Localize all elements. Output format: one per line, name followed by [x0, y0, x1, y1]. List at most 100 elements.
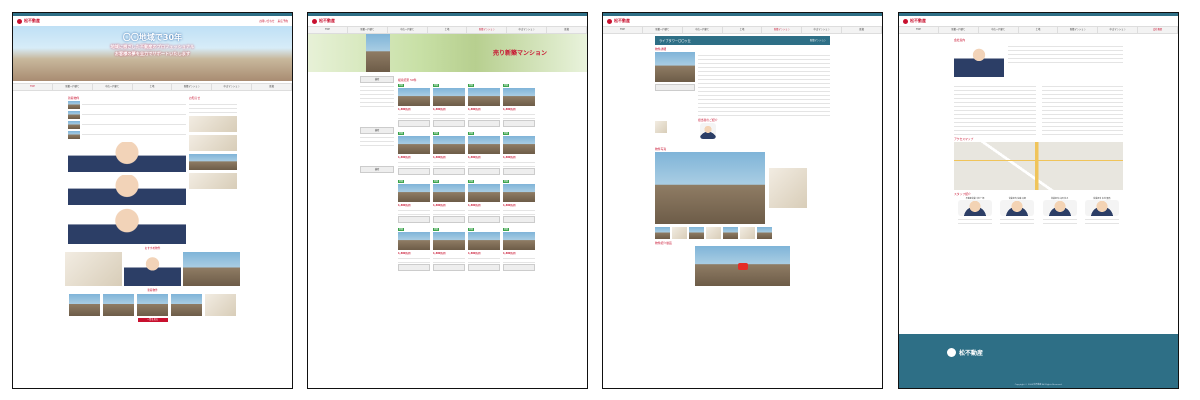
- detail-button[interactable]: [433, 216, 465, 223]
- listing-thumb[interactable]: [68, 101, 80, 109]
- nav-item[interactable]: 土地: [723, 27, 763, 33]
- listing-card[interactable]: [205, 294, 236, 316]
- listing-photo[interactable]: [398, 184, 430, 202]
- listing-photo[interactable]: [398, 88, 430, 106]
- detail-button[interactable]: [468, 168, 500, 175]
- photo-thumb[interactable]: [706, 227, 721, 239]
- detail-button[interactable]: [398, 216, 430, 223]
- nav-item[interactable]: 新築マンション: [1058, 27, 1099, 33]
- nav-item[interactable]: 中古一戸建て: [979, 27, 1019, 33]
- search-button[interactable]: 検索: [360, 127, 394, 134]
- staff-banner-image[interactable]: [68, 142, 186, 172]
- nav-item[interactable]: 新築マンション: [467, 27, 508, 33]
- nav-item[interactable]: 中古一戸建て: [388, 27, 428, 33]
- nav-item[interactable]: 新築一戸建て: [53, 84, 93, 90]
- listing-card[interactable]: 新築 1,480万円: [503, 179, 535, 223]
- nav-item[interactable]: 賃貸: [252, 84, 292, 90]
- detail-button[interactable]: [398, 168, 430, 175]
- listing-card[interactable]: 新築 1,480万円: [398, 83, 430, 127]
- listing-card[interactable]: 新築 1,480万円: [433, 227, 465, 271]
- search-button[interactable]: 検索: [360, 76, 394, 83]
- handshake-image[interactable]: [68, 208, 186, 244]
- photo-main[interactable]: [655, 152, 765, 224]
- photo-thumb[interactable]: [723, 227, 738, 239]
- nav-item[interactable]: 中古マンション: [507, 27, 548, 33]
- listing-photo[interactable]: [503, 88, 535, 106]
- nav-item[interactable]: 中古一戸建て: [93, 84, 133, 90]
- nav-item[interactable]: 土地: [428, 27, 468, 33]
- listing-card[interactable]: [171, 294, 202, 316]
- more-button[interactable]: 一覧を見る: [137, 318, 168, 322]
- listing-card[interactable]: 新築 1,480万円: [433, 83, 465, 127]
- detail-button[interactable]: [503, 216, 535, 223]
- header-link-visit[interactable]: 来店予約: [278, 19, 288, 23]
- listing-photo[interactable]: [433, 184, 465, 202]
- listing-photo[interactable]: [468, 88, 500, 106]
- listing-photo[interactable]: [433, 232, 465, 250]
- listing-card[interactable]: 新築 1,480万円: [468, 227, 500, 271]
- listing-card[interactable]: 新築 1,480万円: [398, 131, 430, 175]
- listing-card[interactable]: 新築 1,480万円: [503, 227, 535, 271]
- header-link-contact[interactable]: お問い合わせ: [259, 19, 275, 23]
- detail-button[interactable]: [468, 120, 500, 127]
- detail-button[interactable]: [398, 120, 430, 127]
- listing-card[interactable]: 新築 1,480万円: [468, 179, 500, 223]
- site-logo[interactable]: 松不動産: [607, 18, 630, 24]
- listing-photo[interactable]: [503, 184, 535, 202]
- listing-photo[interactable]: [398, 136, 430, 154]
- detail-button[interactable]: [398, 264, 430, 271]
- listing-card[interactable]: 新築 1,480万円: [503, 131, 535, 175]
- pickup-image[interactable]: [183, 252, 240, 286]
- nav-item[interactable]: 新築マンション: [762, 27, 803, 33]
- site-logo[interactable]: 松不動産: [312, 18, 335, 24]
- nav-item[interactable]: 中古マンション: [212, 84, 253, 90]
- listing-thumb[interactable]: [68, 131, 80, 139]
- listing-card[interactable]: 新築 1,480万円: [433, 179, 465, 223]
- listing-card[interactable]: 新築 1,480万円: [398, 227, 430, 271]
- nav-item[interactable]: TOP: [13, 84, 53, 90]
- floor-plan-image[interactable]: [769, 168, 807, 208]
- video-player[interactable]: [695, 246, 790, 286]
- detail-button[interactable]: [433, 168, 465, 175]
- nav-item[interactable]: 会社概要: [1138, 27, 1178, 33]
- pickup-image[interactable]: [65, 252, 122, 286]
- search-button[interactable]: 検索: [360, 166, 394, 173]
- pickup-image[interactable]: [124, 252, 181, 286]
- nav-item[interactable]: 土地: [1019, 27, 1059, 33]
- detail-button[interactable]: [503, 264, 535, 271]
- detail-button[interactable]: [433, 264, 465, 271]
- listing-thumb[interactable]: [68, 111, 80, 119]
- listing-card[interactable]: 新築 1,480万円: [398, 179, 430, 223]
- detail-button[interactable]: [433, 120, 465, 127]
- listing-photo[interactable]: [503, 136, 535, 154]
- nav-item[interactable]: 新築一戸建て: [939, 27, 979, 33]
- photo-thumb[interactable]: [689, 227, 704, 239]
- listing-photo[interactable]: [468, 184, 500, 202]
- listing-photo[interactable]: [398, 232, 430, 250]
- footer-logo[interactable]: 松不動産: [947, 348, 983, 357]
- listing-card[interactable]: [137, 294, 168, 316]
- nav-item[interactable]: TOP: [603, 27, 643, 33]
- listing-card[interactable]: 新築 1,480万円: [433, 131, 465, 175]
- listing-photo[interactable]: [433, 88, 465, 106]
- site-logo[interactable]: 松不動産: [17, 18, 40, 24]
- detail-button[interactable]: [503, 120, 535, 127]
- listing-card[interactable]: [103, 294, 134, 316]
- listing-card[interactable]: 新築 1,480万円: [468, 131, 500, 175]
- listing-photo[interactable]: [433, 136, 465, 154]
- listing-thumb[interactable]: [68, 121, 80, 129]
- side-banner[interactable]: [189, 154, 237, 170]
- site-logo[interactable]: 松不動産: [903, 18, 926, 24]
- nav-item[interactable]: 中古マンション: [1098, 27, 1139, 33]
- detail-button[interactable]: [468, 216, 500, 223]
- side-banner[interactable]: [189, 116, 237, 132]
- nav-item[interactable]: 新築一戸建て: [643, 27, 683, 33]
- youtube-play-icon[interactable]: [737, 263, 748, 270]
- listing-photo[interactable]: [503, 232, 535, 250]
- nav-item[interactable]: 中古マンション: [802, 27, 843, 33]
- photo-thumb[interactable]: [655, 227, 670, 239]
- photo-thumb[interactable]: [757, 227, 772, 239]
- detail-button[interactable]: [468, 264, 500, 271]
- nav-item[interactable]: TOP: [308, 27, 348, 33]
- listing-photo[interactable]: [468, 136, 500, 154]
